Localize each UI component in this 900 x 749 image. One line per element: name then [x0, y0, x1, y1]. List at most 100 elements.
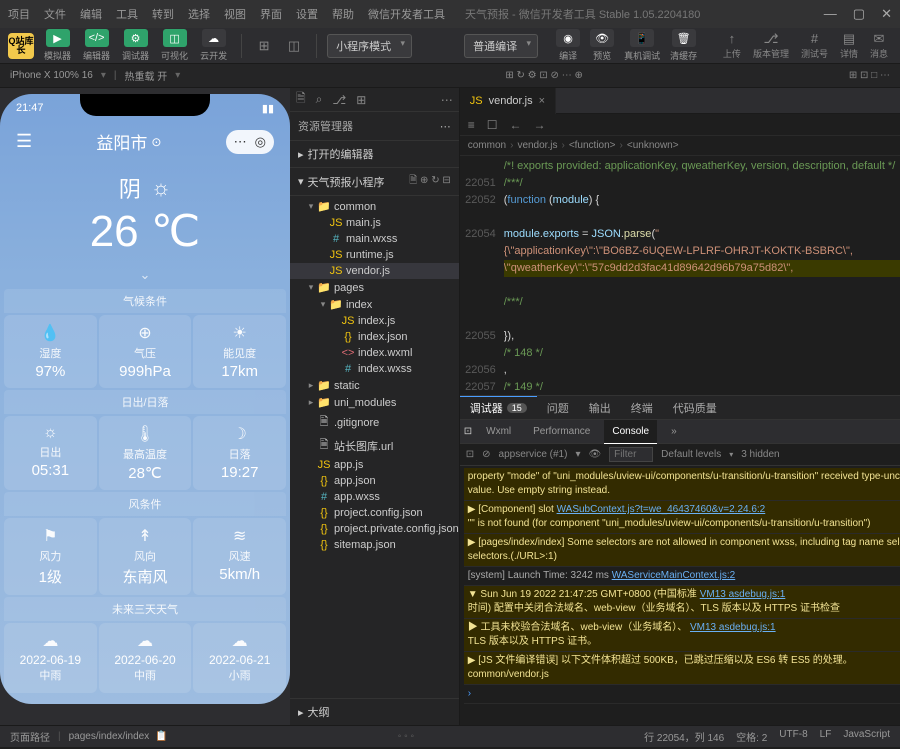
language-mode[interactable]: JavaScript [843, 729, 890, 744]
right-详情[interactable]: ▤详情 [836, 31, 862, 60]
menu-选择[interactable]: 选择 [188, 6, 210, 22]
console-levels[interactable]: Default levels [661, 449, 721, 460]
action-预览[interactable]: 👁预览 [586, 27, 618, 64]
explorer-more-icon[interactable]: ⋯ [441, 93, 453, 107]
maximize-icon[interactable]: ▢ [853, 6, 865, 22]
explorer-menu-icon[interactable]: ⋯ [440, 120, 451, 133]
eol[interactable]: LF [820, 729, 832, 744]
menu-项目[interactable]: 项目 [8, 6, 30, 22]
file-runtime.js[interactable]: JSruntime.js [290, 247, 459, 263]
split-icon[interactable]: ◫ [282, 35, 306, 57]
console-eye-icon[interactable]: 👁 [588, 449, 601, 460]
nav-back-icon[interactable]: ← [510, 118, 522, 132]
toolbar-模拟器[interactable]: ▶模拟器 [40, 27, 75, 64]
toolbar-编辑器[interactable]: </>编辑器 [79, 27, 114, 64]
debug-tab-问题[interactable]: 问题 [537, 396, 579, 420]
subtab-performance[interactable]: Performance [525, 420, 598, 444]
page-path[interactable]: pages/index/index [69, 731, 150, 742]
console-toggle-icon[interactable]: ⊡ [466, 449, 474, 460]
file-index.wxss[interactable]: #index.wxss [290, 361, 459, 377]
hamburger-icon[interactable]: ☰ [16, 131, 32, 152]
file-project.config.json[interactable]: {}project.config.json [290, 505, 459, 521]
console-clear-icon[interactable]: ⊘ [482, 449, 490, 460]
toolbar-调试器[interactable]: ⚙调试器 [118, 27, 153, 64]
right-测试号[interactable]: #测试号 [797, 31, 832, 60]
menu-文件[interactable]: 文件 [44, 6, 66, 22]
menu-工具[interactable]: 工具 [116, 6, 138, 22]
capsule-more-icon[interactable]: ⋯ [234, 134, 247, 150]
location-label[interactable]: 益阳市 ⊙ [96, 129, 161, 154]
menu-界面[interactable]: 界面 [260, 6, 282, 22]
menu-视图[interactable]: 视图 [224, 6, 246, 22]
action-真机调试[interactable]: 📱真机调试 [620, 27, 664, 64]
menu-转到[interactable]: 转到 [152, 6, 174, 22]
hotreload-toggle[interactable]: 热重载 开 [124, 68, 167, 83]
file-main.js[interactable]: JSmain.js [290, 215, 459, 231]
breadcrumb-item[interactable]: common [468, 140, 506, 151]
right-版本管理[interactable]: ⎇版本管理 [749, 31, 793, 60]
bookmark-icon[interactable]: ☐ [487, 118, 498, 132]
tab-close-icon[interactable]: × [539, 95, 545, 107]
action-编译[interactable]: ◉编译 [552, 27, 584, 64]
toolbar-可视化[interactable]: ◫可视化 [157, 27, 192, 64]
devtools-menu-icon[interactable]: ⊡ [464, 426, 472, 437]
phone-simulator[interactable]: 21:47 ▮▮ ☰ 益阳市 ⊙ ⋯ ◎ 阴 ☼ 26 ℃ ⌄ 气候条件 💧湿度… [0, 94, 290, 704]
file-app.wxss[interactable]: #app.wxss [290, 489, 459, 505]
collapse-icon[interactable]: ≡ [468, 118, 475, 132]
outline-section[interactable]: ▸ 大纲 [290, 698, 459, 725]
console-context[interactable]: appservice (#1) [499, 449, 568, 460]
capsule-target-icon[interactable]: ◎ [255, 134, 266, 150]
minimize-icon[interactable]: — [824, 6, 837, 22]
file-common[interactable]: ▾📁common [290, 198, 459, 215]
explorer-search-icon[interactable]: ⌕ [316, 92, 323, 107]
editor-tab-vendor[interactable]: JSvendor.js× [460, 88, 556, 114]
file-index.json[interactable]: {}index.json [290, 329, 459, 345]
open-editors-section[interactable]: ▸ 打开的编辑器 [290, 141, 459, 168]
project-section[interactable]: ▾ 天气预报小程序 🗎 ⊕ ↻ ⊟ [290, 168, 459, 196]
menu-设置[interactable]: 设置 [296, 6, 318, 22]
toolbar-云开发[interactable]: ☁云开发 [196, 27, 231, 64]
file-pages[interactable]: ▾📁pages [290, 279, 459, 296]
right-消息[interactable]: ✉消息 [866, 31, 892, 60]
menu-微信开发者工具[interactable]: 微信开发者工具 [368, 6, 445, 22]
file-app.json[interactable]: {}app.json [290, 473, 459, 489]
file-static[interactable]: ▸📁static [290, 377, 459, 394]
chevron-down-icon[interactable]: ⌄ [0, 267, 290, 283]
compile-dropdown[interactable]: 普通编译 [464, 34, 538, 58]
file-main.wxss[interactable]: #main.wxss [290, 231, 459, 247]
cursor-position[interactable]: 行 22054，列 146 [644, 729, 724, 744]
menu-帮助[interactable]: 帮助 [332, 6, 354, 22]
menu-编辑[interactable]: 编辑 [80, 6, 102, 22]
breadcrumb-item[interactable]: vendor.js [517, 140, 557, 151]
subtab-console[interactable]: Console [604, 420, 657, 444]
indent-setting[interactable]: 空格: 2 [736, 729, 767, 744]
file-sitemap.json[interactable]: {}sitemap.json [290, 537, 459, 553]
device-selector[interactable]: iPhone X 100% 16 [10, 70, 93, 81]
file-站长图库.url[interactable]: 🗎站长图库.url [290, 434, 459, 457]
encoding[interactable]: UTF-8 [779, 729, 807, 744]
file-index.js[interactable]: JSindex.js [290, 313, 459, 329]
layout-icon[interactable]: ⊞ [252, 35, 276, 57]
file-.gitignore[interactable]: 🗎.gitignore [290, 411, 459, 434]
debug-tab-终端[interactable]: 终端 [621, 396, 663, 420]
file-app.js[interactable]: JSapp.js [290, 457, 459, 473]
file-project.private.config.json[interactable]: {}project.private.config.json [290, 521, 459, 537]
console-filter-input[interactable] [609, 447, 653, 462]
debug-tab-调试器[interactable]: 调试器15 [460, 396, 537, 420]
breadcrumb-item[interactable]: <function> [569, 140, 616, 151]
debug-tab-输出[interactable]: 输出 [579, 396, 621, 420]
nav-fwd-icon[interactable]: → [534, 118, 546, 132]
subtab-wxml[interactable]: Wxml [478, 420, 519, 444]
explorer-files-icon[interactable]: 🗎 [296, 89, 306, 110]
right-上传[interactable]: ↑上传 [719, 31, 745, 60]
file-index[interactable]: ▾📁index [290, 296, 459, 313]
breadcrumb-item[interactable]: <unknown> [627, 140, 679, 151]
file-uni_modules[interactable]: ▸📁uni_modules [290, 394, 459, 411]
action-清缓存[interactable]: 🗑清缓存 [666, 27, 701, 64]
file-index.wxml[interactable]: <>index.wxml [290, 345, 459, 361]
close-icon[interactable]: ✕ [881, 6, 892, 22]
explorer-ext-icon[interactable]: ⊞ [356, 93, 366, 107]
mode-dropdown[interactable]: 小程序模式 [327, 34, 412, 58]
console-hidden[interactable]: 3 hidden [741, 449, 779, 460]
debug-tab-代码质量[interactable]: 代码质量 [663, 396, 727, 420]
